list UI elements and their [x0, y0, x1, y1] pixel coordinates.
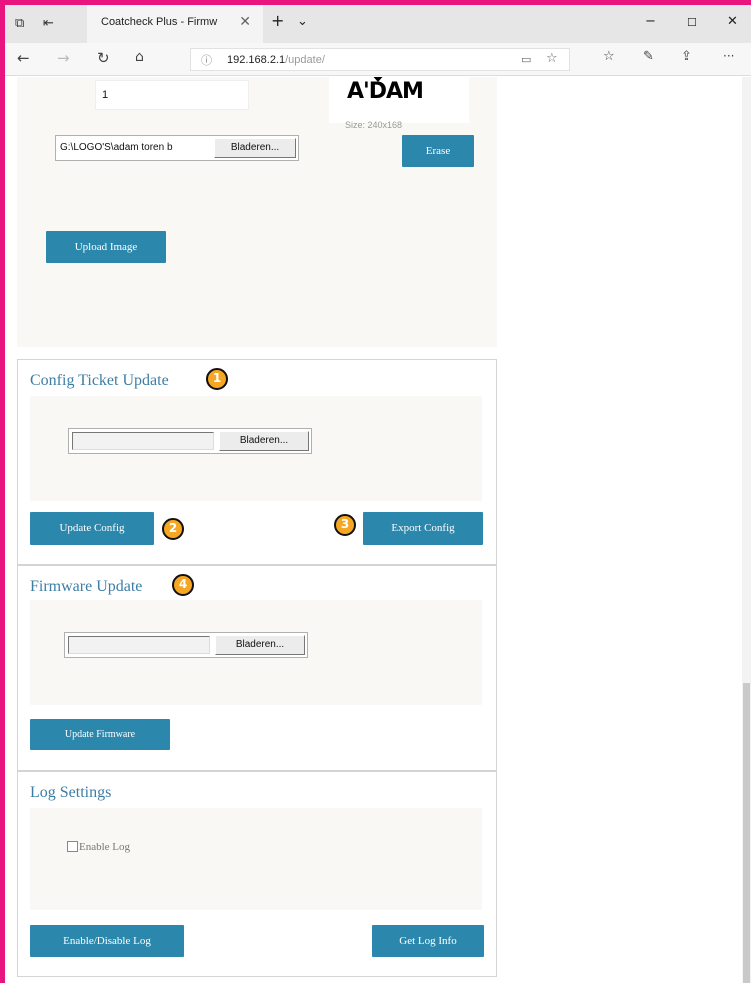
browse-button[interactable]: Bladeren...	[214, 138, 296, 158]
firmware-section-title: Firmware Update	[30, 578, 143, 595]
pen-icon[interactable]: ✎	[643, 49, 654, 64]
config-file-input[interactable]: Bladeren...	[68, 428, 312, 454]
callout-2: 2	[162, 518, 184, 540]
firmware-section: Firmware Update 4 Bladeren... Update Fir…	[17, 565, 497, 771]
tab-title: Coatcheck Plus - Firmw	[101, 16, 218, 28]
logo-text: A'DAM	[347, 79, 424, 104]
upload-image-button[interactable]: Upload Image	[46, 231, 166, 263]
get-log-info-button[interactable]: Get Log Info	[372, 925, 484, 957]
firmware-file-panel: Bladeren...	[30, 600, 482, 705]
browser-titlebar: ⧉ ⇤ Coatcheck Plus - Firmw ✕ + ⌄ − ☐ ✕	[5, 5, 751, 43]
log-section-title: Log Settings	[30, 784, 112, 801]
file-path-text: G:\LOGO'S\adam toren b	[60, 142, 173, 153]
back-icon[interactable]: ←	[17, 49, 30, 67]
config-section-title: Config Ticket Update	[30, 372, 169, 389]
config-ticket-section: Config Ticket Update 1 Bladeren... Updat…	[17, 359, 497, 565]
enable-log-label: Enable Log	[79, 841, 131, 853]
forward-icon[interactable]: →	[57, 49, 70, 67]
firmware-file-path	[68, 636, 210, 654]
tab-coatcheck[interactable]: Coatcheck Plus - Firmw ✕	[87, 5, 263, 43]
export-config-button[interactable]: Export Config	[363, 512, 483, 545]
home-icon[interactable]: ⌂	[135, 49, 144, 65]
url-text: 192.168.2.1/update/	[227, 54, 325, 66]
favorite-star-icon[interactable]: ☆	[546, 51, 558, 66]
new-tab-icon[interactable]: +	[271, 11, 284, 30]
enable-disable-log-button[interactable]: Enable/Disable Log	[30, 925, 184, 957]
close-window-icon[interactable]: ✕	[727, 14, 738, 29]
scrollbar-track[interactable]	[742, 77, 751, 983]
callout-4: 4	[172, 574, 194, 596]
share-icon[interactable]: ⇪	[681, 49, 692, 64]
enable-log-checkbox[interactable]	[67, 841, 78, 852]
config-browse-button[interactable]: Bladeren...	[219, 431, 309, 451]
tab-list-icon[interactable]: ⌄	[297, 14, 308, 29]
logo-upload-panel: 1 A'DAM Size: 240x168 G:\LOGO'S\adam tor…	[17, 77, 497, 347]
logo-file-input[interactable]: G:\LOGO'S\adam toren b Bladeren...	[55, 135, 299, 161]
url-input[interactable]: ⓘ 192.168.2.1/update/ ▭ ☆	[190, 48, 570, 71]
logo-preview: A'DAM Size: 240x168	[329, 77, 469, 130]
refresh-icon[interactable]: ↻	[97, 49, 110, 67]
reading-view-icon[interactable]: ▭	[521, 53, 531, 66]
firmware-file-input[interactable]: Bladeren...	[64, 632, 308, 658]
config-file-panel: Bladeren...	[30, 396, 482, 501]
config-file-path	[72, 432, 214, 450]
erase-button[interactable]: Erase	[402, 135, 474, 167]
tab-actions-icon[interactable]: ⧉	[15, 16, 24, 31]
logo-number-field[interactable]: 1	[95, 80, 249, 110]
close-tab-icon[interactable]: ✕	[239, 14, 251, 30]
minimize-icon[interactable]: −	[645, 14, 656, 29]
update-firmware-button[interactable]: Update Firmware	[30, 719, 170, 750]
info-icon: ⓘ	[201, 54, 212, 67]
callout-1: 1	[206, 368, 228, 390]
log-settings-section: Log Settings Enable Log Enable/Disable L…	[17, 771, 497, 977]
scrollbar-thumb[interactable]	[743, 683, 750, 983]
page-viewport: 1 A'DAM Size: 240x168 G:\LOGO'S\adam tor…	[5, 77, 751, 983]
maximize-icon[interactable]: ☐	[687, 16, 697, 29]
log-options-panel: Enable Log	[30, 808, 482, 910]
logo-size-label: Size: 240x168	[345, 120, 403, 130]
favorites-hub-icon[interactable]: ☆	[603, 49, 615, 64]
update-config-button[interactable]: Update Config	[30, 512, 154, 545]
address-bar: ← → ↻ ⌂ ⓘ 192.168.2.1/update/ ▭ ☆ ☆ ✎ ⇪ …	[5, 43, 751, 76]
firmware-browse-button[interactable]: Bladeren...	[215, 635, 305, 655]
set-aside-tabs-icon[interactable]: ⇤	[43, 16, 54, 31]
callout-3: 3	[334, 514, 356, 536]
more-icon[interactable]: ···	[723, 49, 734, 63]
